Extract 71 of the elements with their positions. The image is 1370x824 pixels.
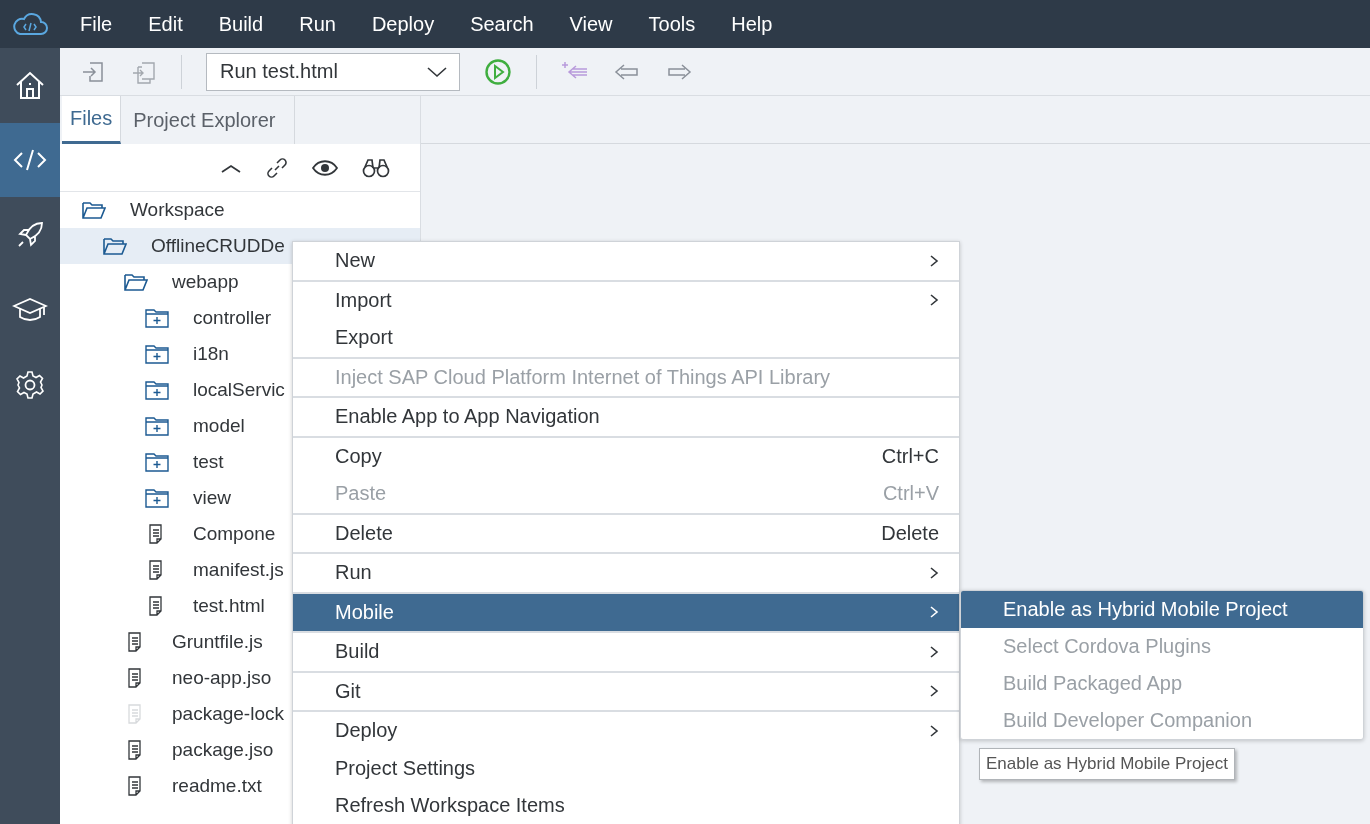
menu-item-label: Export xyxy=(335,326,394,350)
run-icon[interactable] xyxy=(484,57,512,86)
menu-item[interactable]: Deploy xyxy=(371,12,435,36)
tree-item-label: readme.txt xyxy=(172,775,262,797)
tree-item-label: model xyxy=(193,415,245,437)
tree-item-label: neo-app.jso xyxy=(172,667,272,689)
menu-item[interactable]: Search xyxy=(470,12,534,36)
tab[interactable]: Files xyxy=(62,96,122,144)
shortcut-label: Ctrl+C xyxy=(881,444,939,468)
settings-icon xyxy=(15,370,45,400)
run-configuration-dropdown[interactable]: Run test.html xyxy=(206,52,460,91)
menu-item[interactable]: Import xyxy=(293,281,959,319)
tooltip: Enable as Hybrid Mobile Project xyxy=(979,748,1235,780)
menu-item-label: Build xyxy=(335,640,381,664)
menu-item-label: Run xyxy=(335,561,373,585)
tree-item-label: Compone xyxy=(193,523,276,545)
menu-item[interactable]: Edit xyxy=(148,12,183,36)
menu-item[interactable]: Tools xyxy=(648,12,696,36)
tree-item-label: controller xyxy=(193,307,272,329)
menu-item[interactable]: Deploy xyxy=(293,712,959,750)
tree-item-label: view xyxy=(193,487,231,509)
tree-item-label: test xyxy=(193,451,224,473)
menu-item-label: Paste xyxy=(335,482,388,506)
menu-item[interactable]: Refresh Workspace Items xyxy=(293,787,959,824)
shortcut-label: Ctrl+V xyxy=(882,482,939,506)
menu-item-label: Refresh Workspace Items xyxy=(335,794,566,818)
menu-item[interactable]: Enable as Hybrid Mobile Project xyxy=(961,591,1363,628)
menu-item[interactable]: Project Settings xyxy=(293,749,959,787)
graduation-cap-icon xyxy=(12,297,48,323)
menu-item[interactable]: Delete Delete xyxy=(293,514,959,552)
tree-item-label: Gruntfile.js xyxy=(172,631,263,653)
menu-item-label: Copy xyxy=(335,444,383,468)
menu-item-label: Git xyxy=(335,679,362,703)
menu-item[interactable]: Copy Ctrl+C xyxy=(293,437,959,475)
rocket-icon xyxy=(16,221,44,249)
chevron-down-icon xyxy=(427,65,447,78)
menu-item-label: Delete xyxy=(335,521,394,545)
menu-item-label: Enable App to App Navigation xyxy=(335,405,601,429)
menu-item-label: Import xyxy=(335,288,393,312)
menu-item[interactable]: Export xyxy=(293,319,959,357)
link-icon[interactable] xyxy=(266,156,288,179)
menu-item[interactable]: Mobile xyxy=(293,593,959,631)
menu-item-label: Project Settings xyxy=(335,756,477,780)
tree-item-label: test.html xyxy=(193,595,265,617)
menu-item[interactable]: Git xyxy=(293,672,959,710)
tree-item-label: i18n xyxy=(193,343,229,365)
shortcut-label: Delete xyxy=(881,521,939,545)
tree-item-label: Workspace xyxy=(130,199,225,221)
menu-item[interactable]: File xyxy=(80,12,113,36)
menu-item[interactable]: View xyxy=(569,12,613,36)
code-icon xyxy=(13,148,47,172)
tree-item-label: package-lock xyxy=(172,703,284,725)
menu-item[interactable]: Run xyxy=(299,12,336,36)
menu-item[interactable]: Run xyxy=(293,554,959,592)
tree-item-label: webapp xyxy=(172,271,239,293)
menu-item-label: Mobile xyxy=(335,600,395,624)
menu-item[interactable]: Help xyxy=(731,12,773,36)
menu-item-label: Deploy xyxy=(335,719,399,743)
menu-item[interactable]: Build xyxy=(293,633,959,671)
tree-item-label: localServic xyxy=(193,379,285,401)
tree-item-label: OfflineCRUDDe xyxy=(151,235,285,257)
cloud-code-icon xyxy=(11,12,49,36)
tree-item-label: manifest.js xyxy=(193,559,284,581)
binoculars-icon[interactable] xyxy=(362,157,390,178)
home-icon xyxy=(15,70,45,100)
eye-icon[interactable] xyxy=(312,159,338,176)
menu-item[interactable]: Build xyxy=(218,12,264,36)
menu-item[interactable]: Enable App to App Navigation xyxy=(293,398,959,436)
tree-item[interactable]: Workspace xyxy=(60,192,420,228)
tree-item-label: package.jso xyxy=(172,739,274,761)
menu-item-label: Inject SAP Cloud Platform Internet of Things API Library xyxy=(335,365,832,389)
